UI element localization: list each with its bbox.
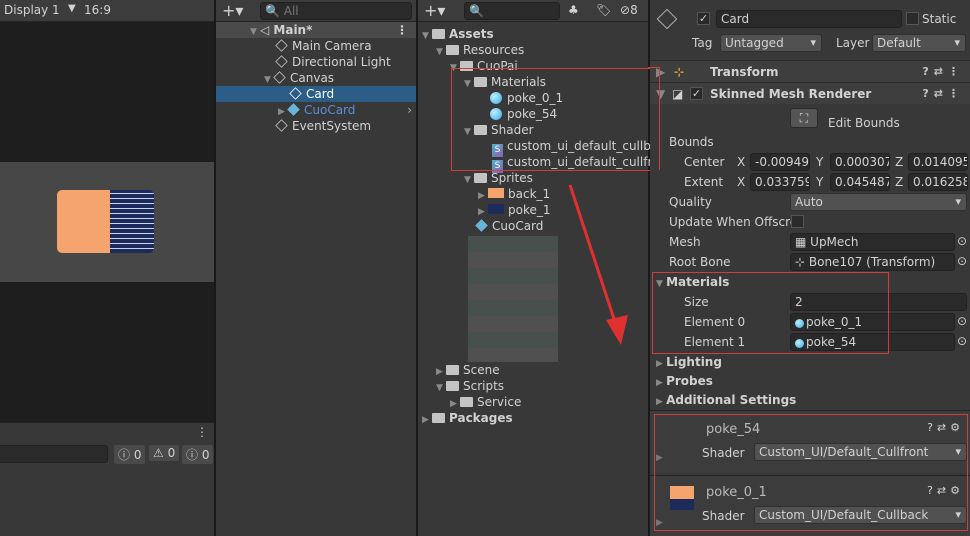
error-count[interactable]: ⓘ 0 xyxy=(114,445,146,464)
folder-sprites[interactable]: ▼ Sprites xyxy=(464,170,533,186)
chevron-down-icon: ▼ xyxy=(68,3,76,14)
center-x[interactable]: -0.00949 xyxy=(750,153,810,171)
hierarchy-item[interactable]: EventSystem xyxy=(275,118,371,134)
gameobject-icon xyxy=(275,55,288,68)
folder-scripts[interactable]: ▼ Scripts xyxy=(436,378,504,394)
gameobject-icon xyxy=(289,87,302,100)
hierarchy-panel: +▾ 🔍 All ▼ ◁ Main* ⋮ Main Camera Direction… xyxy=(216,0,416,536)
probes-foldout[interactable]: ▶ Probes xyxy=(656,371,713,391)
gameobject-cube-icon xyxy=(656,8,678,30)
display-dropdown[interactable]: Display 1 xyxy=(4,3,60,17)
prefab-icon xyxy=(475,219,488,232)
tag-label: Tag xyxy=(692,36,713,50)
mesh-field[interactable]: ▦ UpMech xyxy=(790,233,955,251)
extent-label: Extent xyxy=(684,175,724,189)
red-arrow xyxy=(568,184,628,345)
label-icon[interactable]: 🏷 xyxy=(596,3,611,17)
quality-label: Quality xyxy=(669,195,712,209)
folder-assets[interactable]: ▼ Assets xyxy=(422,26,494,42)
folder-packages[interactable]: ▶ Packages xyxy=(422,410,513,426)
root-bone-label: Root Bone xyxy=(669,255,731,269)
edit-bounds-button[interactable]: ⛶ xyxy=(790,108,818,128)
filter-type-icon[interactable]: ♣ xyxy=(568,3,579,17)
aspect-dropdown[interactable]: 16:9 xyxy=(84,3,111,17)
center-z[interactable]: 0.014095 xyxy=(908,153,968,171)
hierarchy-item[interactable]: Directional Light xyxy=(275,54,391,70)
skinned-mesh-renderer-header[interactable]: ▼ ◪ ✓ Skinned Mesh Renderer ?⇄⋮ xyxy=(650,82,970,104)
more-icon[interactable]: ⋮ xyxy=(196,425,208,439)
name-field[interactable]: Card xyxy=(716,10,902,28)
blurred-region xyxy=(468,236,558,362)
center-y[interactable]: 0.000307 xyxy=(830,153,890,171)
hierarchy-search[interactable]: 🔍 All xyxy=(260,2,412,20)
hierarchy-item[interactable]: Main Camera xyxy=(275,38,372,54)
sprite-item[interactable]: ▶ poke_1 xyxy=(478,202,551,218)
hidden-packages-icon[interactable]: ⊘8 xyxy=(620,3,638,17)
highlight-box xyxy=(652,272,889,354)
gameobject-icon xyxy=(273,71,286,84)
folder-service[interactable]: ▶ Service xyxy=(450,394,521,410)
highlight-box xyxy=(654,414,968,531)
additional-settings-foldout[interactable]: ▶ Additional Settings xyxy=(656,390,796,410)
hierarchy-item-selected[interactable]: Card xyxy=(216,86,416,102)
log-count[interactable]: ⓘ 0 xyxy=(182,445,214,464)
game-toolbar: Display 1 ▼ 16:9 xyxy=(0,0,214,22)
tag-dropdown[interactable]: Untagged xyxy=(720,34,822,52)
layer-label: Layer xyxy=(836,36,870,50)
console-search[interactable] xyxy=(0,445,108,463)
game-view: Display 1 ▼ 16:9 ⋮ ⓘ 0 ⚠ 0 ⓘ 0 xyxy=(0,0,214,536)
object-picker-icon[interactable]: ⊙ xyxy=(957,234,967,248)
update-offscreen-label: Update When Offscre xyxy=(669,215,798,229)
project-panel: +▾ 🔍 ♣ 🏷 ⊘8 ▼ Assets ▼ Resources ▼ CuoPai ▼… xyxy=(418,0,661,536)
inspector-panel: ✓ Card Static Tag Untagged Layer Default… xyxy=(648,0,970,536)
folder-scene[interactable]: ▶ Scene xyxy=(436,362,500,378)
bounds-label: Bounds xyxy=(669,135,714,149)
add-button[interactable]: +▾ xyxy=(222,1,243,20)
highlight-box xyxy=(451,68,661,171)
mesh-label: Mesh xyxy=(669,235,701,249)
object-picker-icon[interactable]: ⊙ xyxy=(957,254,967,268)
lighting-foldout[interactable]: ▶ Lighting xyxy=(656,352,722,372)
hierarchy-item-prefab[interactable]: ▶ CuoCard › xyxy=(278,102,416,118)
sprite-item[interactable]: ▶ back_1 xyxy=(478,186,550,202)
gameobject-icon xyxy=(275,119,288,132)
gameobject-icon xyxy=(275,39,288,52)
extent-z[interactable]: 0.016258 xyxy=(908,173,968,191)
hierarchy-item[interactable]: ▼ Canvas xyxy=(264,70,334,86)
folder-resources[interactable]: ▼ Resources xyxy=(436,42,524,58)
canvas-preview xyxy=(0,162,214,282)
extent-y[interactable]: 0.045487 xyxy=(830,173,890,191)
console-panel: ⋮ ⓘ 0 ⚠ 0 ⓘ 0 xyxy=(0,422,214,536)
static-checkbox[interactable] xyxy=(906,12,919,25)
layer-dropdown[interactable]: Default xyxy=(872,34,966,52)
edit-bounds-label: Edit Bounds xyxy=(828,116,900,130)
component-icons: ?⇄⋮ xyxy=(922,65,964,78)
project-search[interactable]: 🔍 xyxy=(464,2,560,20)
transform-header[interactable]: ▶ ⊹ Transform ?⇄⋮ xyxy=(650,60,970,82)
add-button[interactable]: +▾ xyxy=(424,1,445,20)
update-offscreen-checkbox[interactable] xyxy=(791,215,804,228)
warning-count[interactable]: ⚠ 0 xyxy=(149,445,180,461)
quality-dropdown[interactable]: Auto xyxy=(790,193,967,211)
card-image xyxy=(57,190,154,253)
static-label: Static xyxy=(922,12,957,26)
extent-x[interactable]: 0.033759 xyxy=(750,173,810,191)
prefab-icon xyxy=(287,103,300,116)
scene-row[interactable]: ▼ ◁ Main* ⋮ xyxy=(216,22,416,38)
center-label: Center xyxy=(684,155,725,169)
highlight-box xyxy=(648,67,660,170)
active-checkbox[interactable]: ✓ xyxy=(697,12,710,25)
root-bone-field[interactable]: ⊹ Bone107 (Transform) xyxy=(790,253,955,271)
prefab-item[interactable]: CuoCard xyxy=(475,218,543,234)
